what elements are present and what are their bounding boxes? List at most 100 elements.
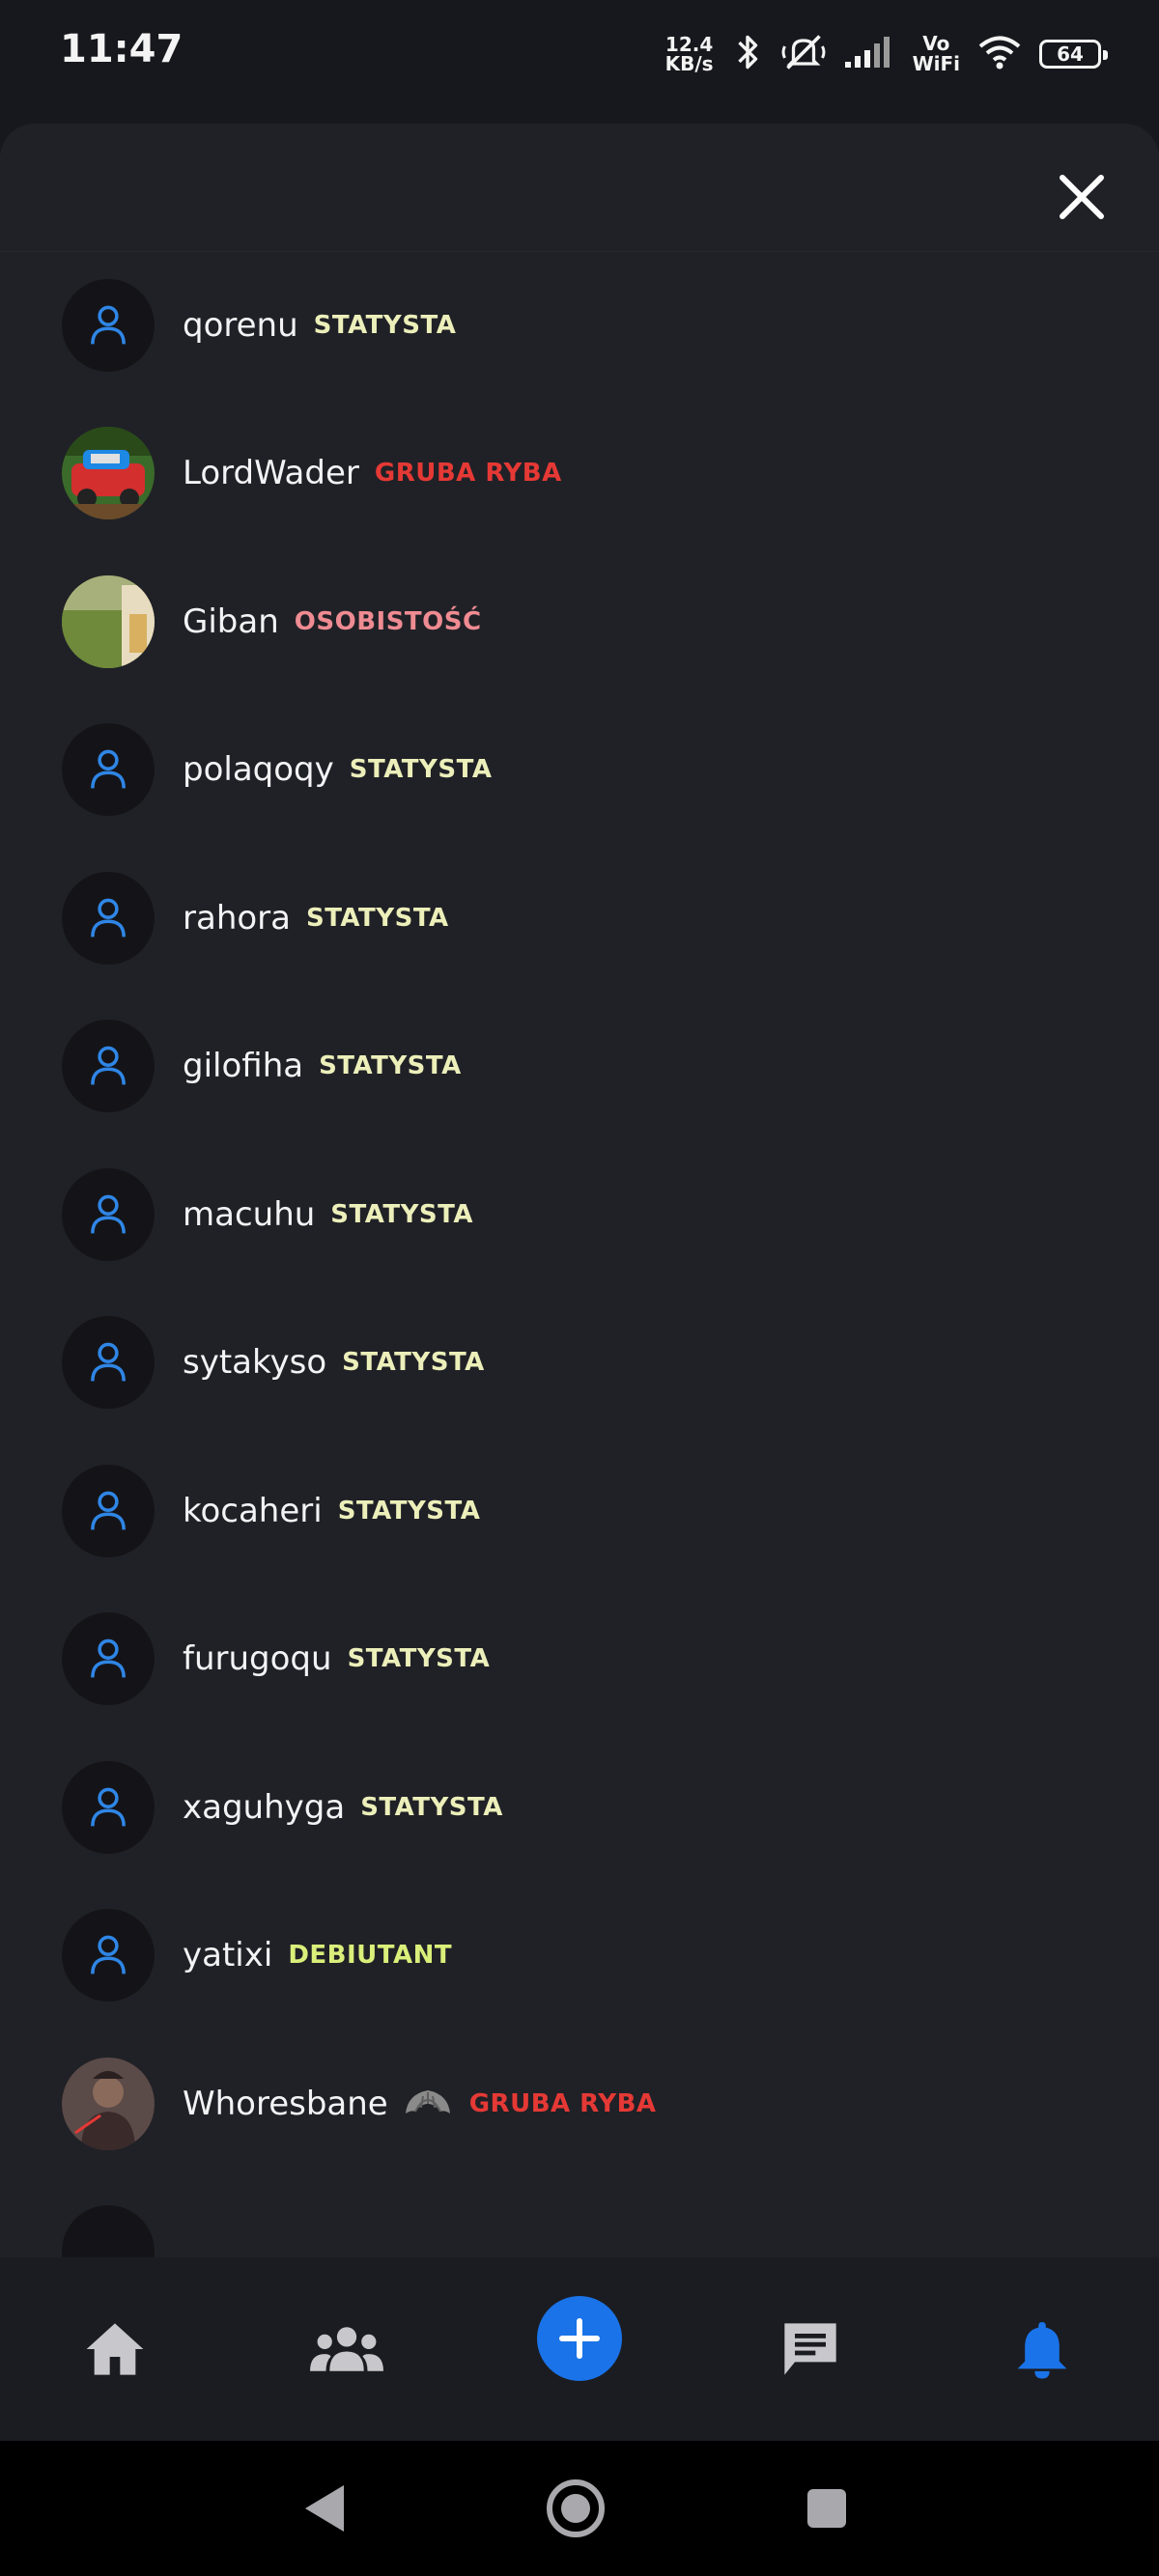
user-icon [91,1491,126,1529]
rank-label: STATYSTA [347,1644,491,1673]
rank-label: STATYSTA [337,1496,481,1526]
avatar[interactable] [62,723,155,816]
username[interactable]: Whoresbane [183,2085,388,2123]
avatar[interactable] [62,1316,155,1409]
avatar[interactable] [62,1020,155,1112]
user-row[interactable]: kocaheri STATYSTA [0,1437,1159,1584]
user-name-line: qorenu STATYSTA [183,306,456,345]
rank-label: STATYSTA [342,1348,485,1377]
mute-icon [781,32,826,76]
username[interactable]: xaguhyga [183,1788,345,1827]
avatar[interactable] [62,1760,155,1854]
back-icon [305,2485,344,2532]
username[interactable]: kocaheri [183,1492,323,1530]
bell-icon [1017,2322,1067,2379]
bottom-navigation [0,2257,1159,2441]
user-icon [91,1046,126,1085]
status-time: 11:47 [60,27,184,71]
rank-label: GRUBA RYBA [468,2088,657,2118]
rank-label: GRUBA RYBA [374,459,562,488]
user-row[interactable]: macuhu STATYSTA [0,1140,1159,1288]
user-name-line: rahora STATYSTA [183,899,449,938]
username[interactable]: qorenu [183,306,298,345]
close-icon [1060,175,1104,219]
username[interactable]: gilofiha [183,1047,303,1085]
rank-label: STATYSTA [330,1199,473,1229]
user-row[interactable]: Whoresbane GRUBA RYBA [0,2030,1159,2177]
user-name-line: furugoqu STATYSTA [183,1639,490,1678]
username[interactable]: Giban [183,602,279,641]
user-row[interactable]: gilofiha STATYSTA [0,993,1159,1140]
close-button[interactable] [1047,162,1117,232]
avatar[interactable] [62,1167,155,1261]
avatar[interactable] [62,1612,155,1705]
avatar[interactable] [62,2057,155,2150]
bluetooth-icon [731,33,764,75]
wifi-icon [977,34,1022,74]
avatar[interactable] [62,427,155,519]
user-row[interactable]: xaguhyga STATYSTA [0,1733,1159,1881]
user-name-line: Giban OSOBISTOŚĆ [183,602,482,641]
rank-label: STATYSTA [313,310,457,340]
user-row[interactable]: polaqoqy STATYSTA [0,696,1159,844]
system-navigation [0,2441,1159,2576]
avatar[interactable] [62,574,155,668]
home-circle-icon [547,2479,605,2537]
rank-label: OSOBISTOŚĆ [294,606,482,636]
rank-label: STATYSTA [319,1051,462,1080]
signal-icon [843,35,895,73]
rank-label: STATYSTA [349,755,493,784]
username[interactable]: LordWader [183,454,359,492]
rank-label: STATYSTA [360,1792,503,1822]
users-sheet: qorenu STATYSTA LordWader GRUBA RYBA Giban OS… [0,124,1159,2257]
user-name-line: xaguhyga STATYSTA [183,1788,503,1827]
user-name-line: sytakyso STATYSTA [183,1343,485,1382]
system-back-button[interactable] [286,2470,363,2547]
rank-label: STATYSTA [305,903,449,933]
nav-chat[interactable] [757,2296,863,2402]
avatar-partial [62,2204,155,2257]
network-speed: 12.4 KB/s [664,33,714,75]
user-row[interactable]: sytakyso STATYSTA [0,1289,1159,1437]
avatar-image [62,2057,155,2150]
username[interactable]: furugoqu [183,1639,332,1678]
user-icon [91,1194,126,1233]
avatar-image [62,427,155,519]
vowifi-indicator: Vo WiFi [912,32,960,75]
add-button[interactable] [537,2296,622,2381]
avatar[interactable] [62,1909,155,2002]
add-icon [559,2318,600,2359]
user-name-line: kocaheri STATYSTA [183,1492,480,1530]
status-bar: 11:47 12.4 KB/s Vo WiFi 64 [0,0,1159,100]
avatar[interactable] [62,1464,155,1557]
user-row[interactable]: LordWader GRUBA RYBA [0,400,1159,547]
username[interactable]: rahora [183,899,291,938]
user-icon [91,898,126,937]
username[interactable]: sytakyso [183,1343,326,1382]
nav-notifications[interactable] [989,2296,1095,2402]
user-icon [91,749,126,789]
user-icon [91,1638,126,1678]
user-list[interactable]: qorenu STATYSTA LordWader GRUBA RYBA Giban OS… [0,251,1159,2257]
croissant-icon [405,2089,450,2114]
avatar[interactable] [62,871,155,965]
avatar[interactable] [62,278,155,372]
user-row[interactable]: qorenu STATYSTA [0,251,1159,399]
chat-icon [784,2323,836,2375]
user-row[interactable]: rahora STATYSTA [0,844,1159,992]
user-row[interactable]: furugoqu STATYSTA [0,1585,1159,1733]
system-recents-button[interactable] [788,2470,865,2547]
system-home-button[interactable] [537,2470,614,2547]
user-icon [91,1342,126,1382]
avatar-image [62,574,155,668]
username[interactable]: yatixi [183,1936,272,1974]
sheet-header [0,124,1159,252]
username[interactable]: polaqoqy [183,750,334,789]
user-row[interactable]: yatixi DEBIUTANT [0,1882,1159,2030]
nav-people[interactable] [294,2296,400,2402]
user-row[interactable]: Giban OSOBISTOŚĆ [0,547,1159,695]
nav-home[interactable] [62,2296,168,2402]
status-icons: 12.4 KB/s Vo WiFi 64 [664,27,1108,81]
username[interactable]: macuhu [183,1195,315,1234]
recents-icon [807,2489,846,2528]
